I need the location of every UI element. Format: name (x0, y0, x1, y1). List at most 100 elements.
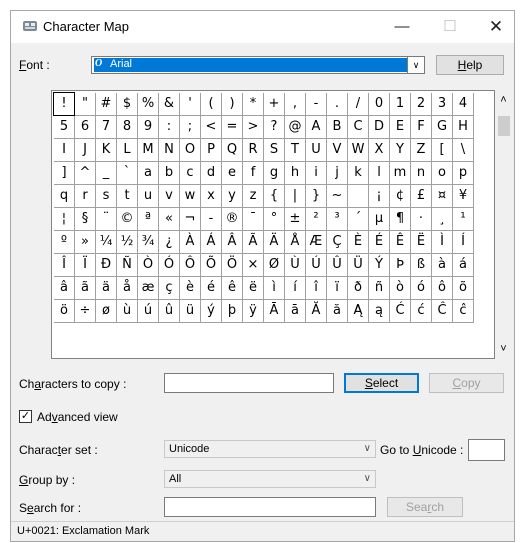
character-cell[interactable]: Å (285, 231, 306, 254)
character-cell[interactable]: r (75, 185, 96, 208)
character-cell[interactable]: º (54, 231, 75, 254)
character-cell[interactable]: I (54, 139, 75, 162)
character-cell[interactable]: v (159, 185, 180, 208)
character-cell[interactable]: : (159, 116, 180, 139)
character-cell[interactable]: Á (201, 231, 222, 254)
character-cell[interactable]: G (432, 116, 453, 139)
character-cell[interactable]: Æ (306, 231, 327, 254)
character-cell[interactable]: 9 (138, 116, 159, 139)
character-cell[interactable]: û (159, 300, 180, 323)
character-cell[interactable]: ¯ (243, 208, 264, 231)
character-cell[interactable]: j (327, 162, 348, 185)
character-cell[interactable]: ú (138, 300, 159, 323)
character-cell[interactable]: µ (369, 208, 390, 231)
character-cell[interactable]: ª (138, 208, 159, 231)
character-cell[interactable]: S (264, 139, 285, 162)
character-cell[interactable]: ß (411, 254, 432, 277)
character-cell[interactable]: K (96, 139, 117, 162)
character-cell[interactable]: > (243, 116, 264, 139)
character-cell[interactable]: Ê (390, 231, 411, 254)
chevron-down-icon[interactable]: ∨ (364, 471, 371, 487)
character-cell[interactable]: g (264, 162, 285, 185)
character-cell[interactable]: U (306, 139, 327, 162)
character-cell[interactable]: À (180, 231, 201, 254)
character-cell[interactable]: Ä (264, 231, 285, 254)
character-cell[interactable]: 2 (411, 93, 432, 116)
character-cell[interactable]: _ (96, 162, 117, 185)
character-cell[interactable]: O (180, 139, 201, 162)
character-cell[interactable]: ] (54, 162, 75, 185)
character-cell[interactable]: \ (453, 139, 474, 162)
character-cell[interactable]: ð (348, 277, 369, 300)
character-cell[interactable]: ® (222, 208, 243, 231)
character-cell[interactable]: ï (327, 277, 348, 300)
character-cell[interactable]: ² (306, 208, 327, 231)
character-cell[interactable]: h (285, 162, 306, 185)
advanced-view-label[interactable]: Advanced view (37, 410, 118, 424)
character-cell[interactable]: Ö (222, 254, 243, 277)
character-cell[interactable] (348, 185, 369, 208)
character-cell[interactable]: p (453, 162, 474, 185)
character-cell[interactable]: ¸ (432, 208, 453, 231)
character-cell[interactable]: Ĉ (432, 300, 453, 323)
character-cell[interactable]: Ý (369, 254, 390, 277)
character-cell[interactable]: n (411, 162, 432, 185)
character-cell[interactable]: » (75, 231, 96, 254)
character-cell[interactable]: ¡ (369, 185, 390, 208)
character-cell[interactable]: Ç (327, 231, 348, 254)
character-cell[interactable]: ñ (369, 277, 390, 300)
character-cell[interactable]: à (432, 254, 453, 277)
character-cell[interactable]: § (75, 208, 96, 231)
character-cell[interactable]: ¾ (138, 231, 159, 254)
character-cell[interactable]: Z (411, 139, 432, 162)
character-cell[interactable]: Ć (390, 300, 411, 323)
character-cell[interactable]: Q (222, 139, 243, 162)
character-cell[interactable]: æ (138, 277, 159, 300)
character-cell[interactable]: ã (75, 277, 96, 300)
character-cell[interactable]: ø (96, 300, 117, 323)
character-cell[interactable]: Â (222, 231, 243, 254)
character-cell[interactable]: × (243, 254, 264, 277)
character-cell[interactable]: è (180, 277, 201, 300)
advanced-view-checkbox[interactable]: ✓ (19, 410, 32, 423)
character-cell[interactable]: ? (264, 116, 285, 139)
character-cell[interactable]: 0 (369, 93, 390, 116)
help-button[interactable]: Help (436, 55, 504, 75)
character-cell[interactable]: Ð (96, 254, 117, 277)
character-cell[interactable]: L (117, 139, 138, 162)
character-cell[interactable]: ' (180, 93, 201, 116)
character-cell[interactable]: 7 (96, 116, 117, 139)
character-cell[interactable]: | (285, 185, 306, 208)
character-cell[interactable]: 1 (390, 93, 411, 116)
character-cell[interactable]: + (264, 93, 285, 116)
character-cell[interactable]: © (117, 208, 138, 231)
search-button[interactable]: Search (387, 497, 463, 517)
character-cell[interactable]: Ì (432, 231, 453, 254)
character-cell[interactable]: ò (390, 277, 411, 300)
character-cell[interactable]: } (306, 185, 327, 208)
character-cell[interactable]: & (159, 93, 180, 116)
character-cell[interactable]: Ù (285, 254, 306, 277)
character-cell[interactable]: ! (53, 92, 75, 116)
character-cell[interactable]: m (390, 162, 411, 185)
character-cell[interactable]: # (96, 93, 117, 116)
character-cell[interactable]: á (453, 254, 474, 277)
character-cell[interactable]: ° (264, 208, 285, 231)
character-cell[interactable]: Ü (348, 254, 369, 277)
character-cell[interactable]: J (75, 139, 96, 162)
character-cell[interactable]: * (243, 93, 264, 116)
select-button[interactable]: Select (344, 373, 419, 393)
character-cell[interactable]: Õ (201, 254, 222, 277)
maximize-button[interactable]: ☐ (431, 11, 469, 43)
character-cell[interactable]: ç (159, 277, 180, 300)
character-cell[interactable]: · (411, 208, 432, 231)
character-cell[interactable]: d (201, 162, 222, 185)
character-cell[interactable]: ± (285, 208, 306, 231)
character-cell[interactable]: " (75, 93, 96, 116)
character-cell[interactable]: Ñ (117, 254, 138, 277)
character-cell[interactable]: Î (54, 254, 75, 277)
character-cell[interactable]: Ã (243, 231, 264, 254)
character-cell[interactable]: ô (432, 277, 453, 300)
character-cell[interactable]: Ā (264, 300, 285, 323)
character-cell[interactable]: ~ (327, 185, 348, 208)
